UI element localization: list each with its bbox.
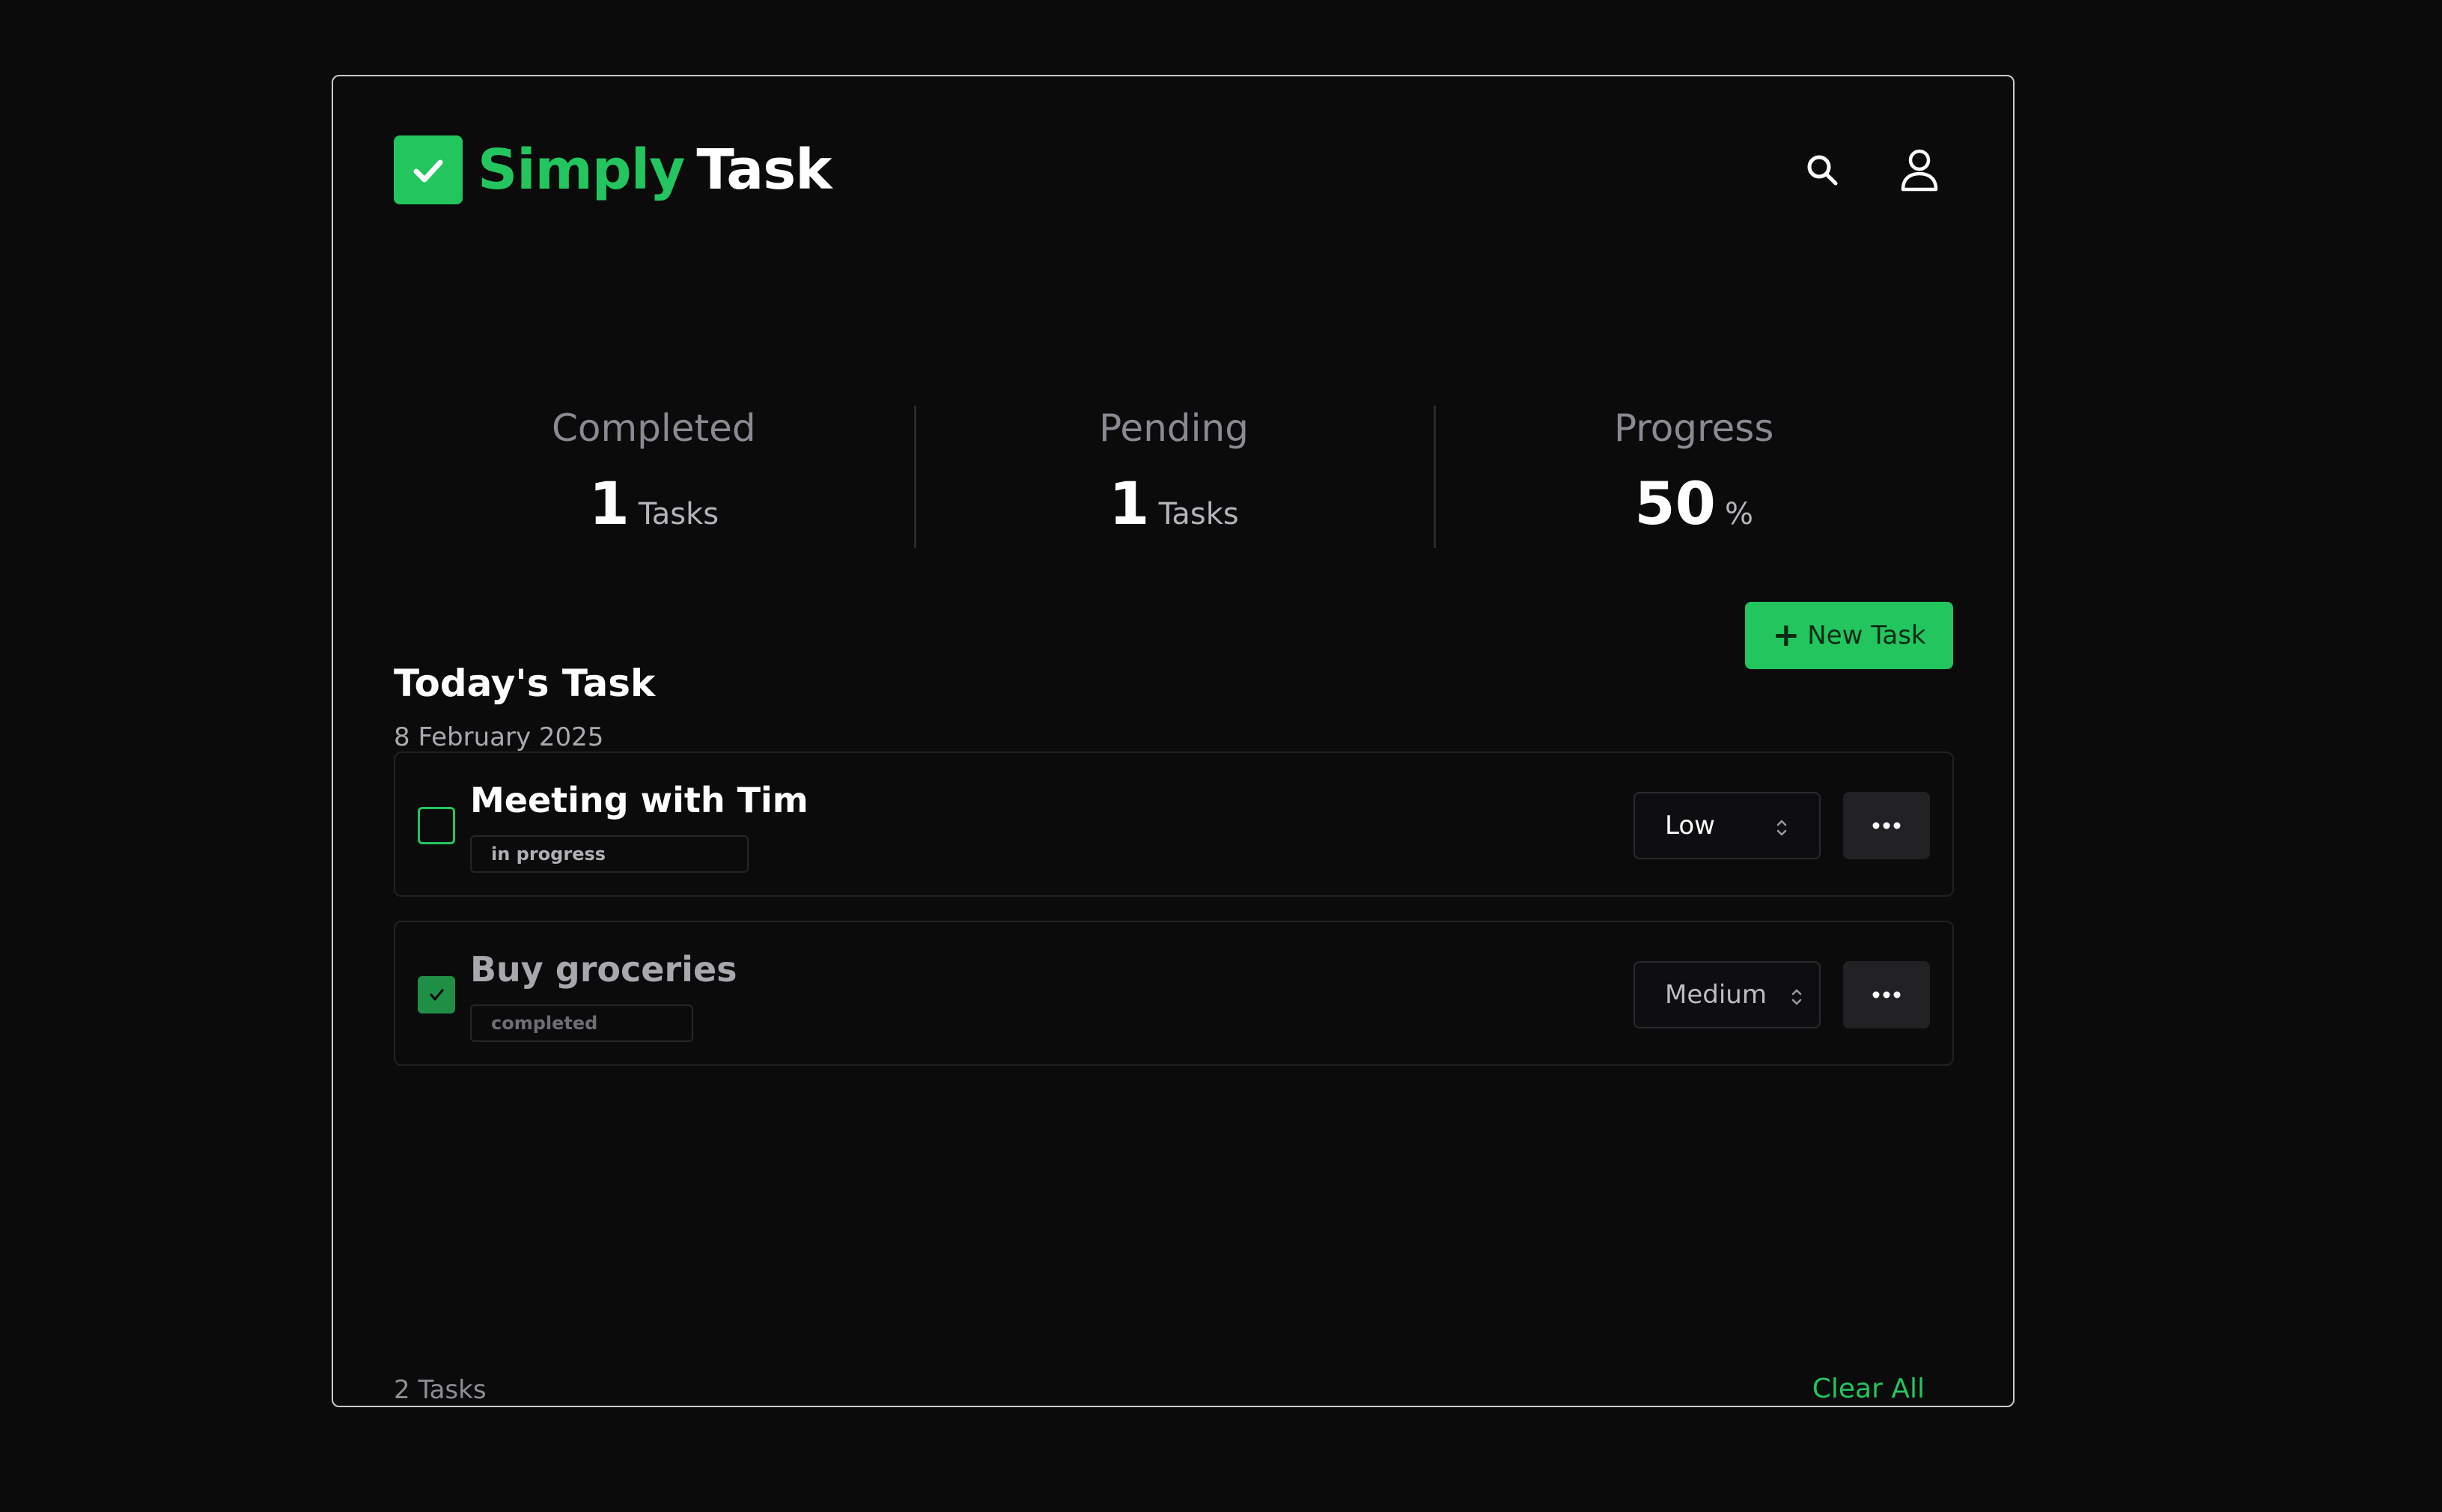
priority-select[interactable]: Low bbox=[1633, 792, 1821, 859]
new-task-button[interactable]: + New Task bbox=[1745, 602, 1953, 669]
task-count: 2 Tasks bbox=[394, 1375, 487, 1405]
stats-row: Completed 1 Tasks Pending 1 Tasks Progre… bbox=[394, 331, 1954, 548]
section-title: Today's Task bbox=[394, 662, 656, 705]
stat-completed: Completed 1 Tasks bbox=[394, 331, 914, 534]
stat-progress: Progress 50 % bbox=[1434, 331, 1954, 548]
stat-value: 1 Tasks bbox=[1109, 475, 1238, 534]
stat-label: Pending bbox=[1099, 406, 1249, 450]
more-options-button[interactable] bbox=[1843, 961, 1930, 1028]
new-task-label: New Task bbox=[1807, 621, 1926, 650]
header-actions bbox=[1800, 147, 1942, 192]
stat-value: 1 Tasks bbox=[589, 475, 719, 534]
brand-name-simply: Simply bbox=[478, 138, 685, 202]
clear-all-button[interactable]: Clear All bbox=[1812, 1376, 1925, 1403]
stat-label: Completed bbox=[551, 406, 756, 450]
task-name: Buy groceries bbox=[470, 949, 737, 990]
priority-select[interactable]: Medium bbox=[1633, 961, 1821, 1028]
user-icon[interactable] bbox=[1897, 147, 1942, 192]
chevron-up-down-icon bbox=[1774, 816, 1789, 846]
stat-number: 50 bbox=[1634, 471, 1716, 538]
brand-name-task: Task bbox=[696, 138, 832, 202]
stat-unit: Tasks bbox=[638, 497, 719, 531]
stat-number: 1 bbox=[1109, 471, 1150, 538]
stat-pending: Pending 1 Tasks bbox=[913, 331, 1434, 548]
task-name: Meeting with Tim bbox=[470, 780, 809, 820]
more-options-button[interactable] bbox=[1843, 792, 1930, 859]
task-item: Meeting with Tim in progress Low bbox=[394, 752, 1954, 897]
task-item: Buy groceries completed Medium bbox=[394, 921, 1954, 1066]
search-icon[interactable] bbox=[1800, 147, 1845, 192]
stat-unit: % bbox=[1724, 497, 1753, 531]
status-badge: completed bbox=[470, 1005, 693, 1042]
stat-number: 1 bbox=[588, 471, 630, 538]
check-icon bbox=[430, 989, 444, 1001]
task-checkbox[interactable] bbox=[418, 976, 455, 1013]
plus-icon: + bbox=[1772, 616, 1800, 654]
stat-label: Progress bbox=[1613, 406, 1774, 450]
ellipsis-icon bbox=[1872, 822, 1901, 829]
task-checkbox[interactable] bbox=[418, 807, 455, 844]
task-panel: Simply Task Completed 1 Tasks Pending 1 … bbox=[332, 75, 2015, 1407]
section-date: 8 February 2025 bbox=[394, 722, 604, 752]
priority-value: Low bbox=[1665, 811, 1715, 841]
stat-value: 50 % bbox=[1634, 475, 1753, 534]
check-logo-icon bbox=[394, 135, 463, 204]
stat-unit: Tasks bbox=[1158, 497, 1239, 531]
priority-value: Medium bbox=[1665, 980, 1767, 1010]
status-badge: in progress bbox=[470, 835, 749, 873]
brand-name: Simply Task bbox=[478, 142, 832, 198]
chevron-up-down-icon bbox=[1789, 985, 1804, 1015]
ellipsis-icon bbox=[1872, 991, 1901, 999]
brand-logo: Simply Task bbox=[394, 135, 832, 204]
